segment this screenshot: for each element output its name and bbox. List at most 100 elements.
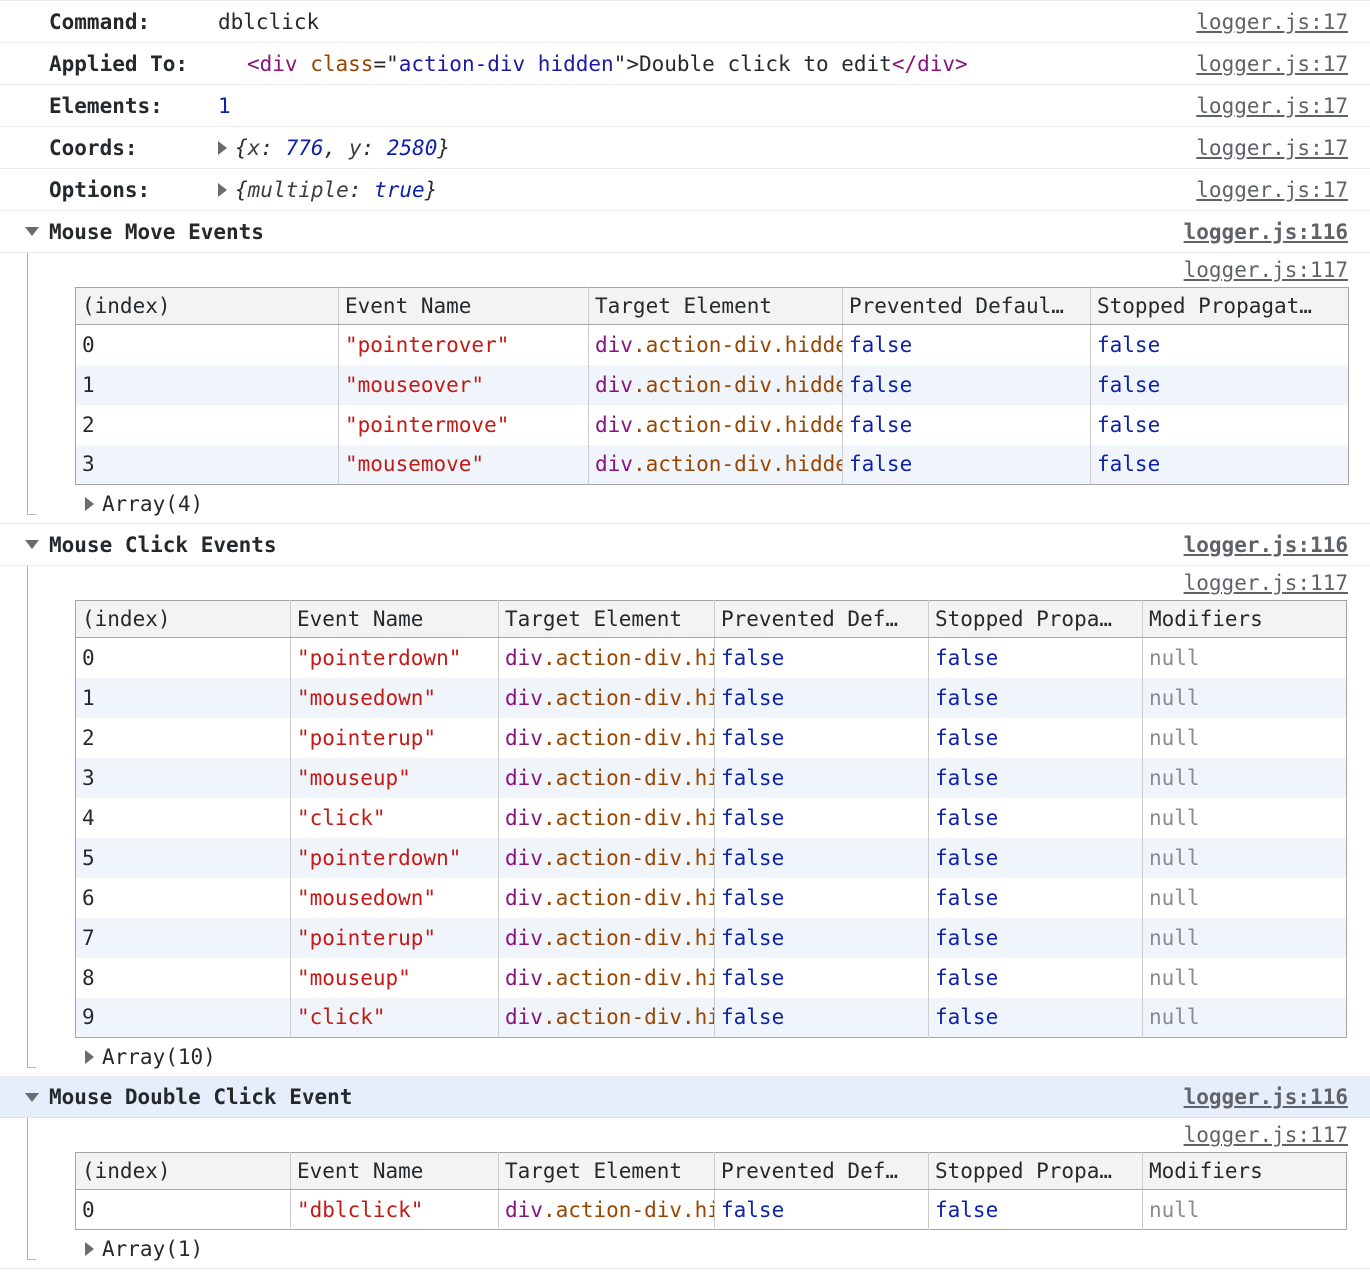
node-preview[interactable]: div.action-div.hidden: [505, 766, 715, 790]
array-preview[interactable]: Array(4): [0, 485, 1370, 523]
source-link[interactable]: logger.js:17: [1196, 10, 1348, 34]
source-link[interactable]: logger.js:116: [1184, 533, 1348, 557]
column-header[interactable]: (index): [76, 288, 339, 325]
cell-prevented-default: false: [715, 838, 929, 878]
node-tag: div: [505, 1198, 543, 1222]
cell-stopped-propagation: false: [929, 958, 1143, 998]
column-header[interactable]: Stopped Propa…: [929, 601, 1143, 638]
node-preview[interactable]: div.action-div.hidden: [595, 373, 843, 397]
source-link[interactable]: logger.js:17: [1196, 52, 1348, 76]
table-source-row: logger.js:117: [0, 566, 1370, 600]
chevron-down-icon[interactable]: [25, 540, 39, 549]
cell-prevented-default: false: [843, 405, 1091, 445]
node-preview[interactable]: div.action-div.hidden: [505, 926, 715, 950]
source-link[interactable]: logger.js:17: [1196, 136, 1348, 160]
column-header[interactable]: Prevented Def…: [715, 1153, 929, 1190]
group-header[interactable]: Mouse Click Events logger.js:116: [0, 524, 1370, 566]
array-preview[interactable]: Array(10): [0, 1038, 1370, 1076]
cell-stopped-propagation: false: [1091, 405, 1349, 445]
source-link[interactable]: logger.js:117: [1184, 571, 1348, 595]
cell-target: div.action-div.hidden: [499, 838, 715, 878]
column-header[interactable]: (index): [76, 601, 291, 638]
node-preview[interactable]: div.action-div.hidden: [505, 886, 715, 910]
element-preview[interactable]: <div class="action-div hidden">Double cl…: [247, 52, 968, 76]
chevron-right-icon[interactable]: [85, 1050, 94, 1064]
source-link[interactable]: logger.js:17: [1196, 178, 1348, 202]
chevron-right-icon[interactable]: [85, 497, 94, 511]
node-preview[interactable]: div.action-div.hidden: [505, 846, 715, 870]
coords-label: Coords:: [49, 136, 218, 160]
options-object-preview[interactable]: {multiple: true}: [235, 178, 437, 202]
column-header[interactable]: Target Element: [499, 601, 715, 638]
column-header[interactable]: Prevented Defaul…: [843, 288, 1091, 325]
indent-guide: [27, 566, 36, 1068]
source-link[interactable]: logger.js:116: [1184, 220, 1348, 244]
log-row-coords: Coords: {x: 776, y: 2580} logger.js:17: [0, 127, 1370, 169]
node-tag: div: [505, 886, 543, 910]
cell-stopped-propagation: false: [929, 678, 1143, 718]
column-header[interactable]: Target Element: [499, 1153, 715, 1190]
node-preview[interactable]: div.action-div.hidden: [505, 806, 715, 830]
node-preview[interactable]: div.action-div.hidden: [505, 726, 715, 750]
node-classes: .action-div.hidden: [543, 726, 715, 750]
column-header[interactable]: Event Name: [339, 288, 589, 325]
cell-index: 2: [76, 718, 291, 758]
chevron-down-icon[interactable]: [25, 227, 39, 236]
boolean-value: false: [721, 846, 784, 870]
chevron-right-icon[interactable]: [218, 183, 227, 197]
column-header[interactable]: (index): [76, 1153, 291, 1190]
cell-prevented-default: false: [715, 758, 929, 798]
cell-modifiers: null: [1143, 838, 1347, 878]
group-title: Mouse Click Events: [49, 533, 277, 557]
preview-punct: ,: [324, 136, 349, 160]
source-link[interactable]: logger.js:116: [1184, 1085, 1348, 1109]
cell-target: div.action-div.hidden: [499, 998, 715, 1038]
node-classes: .action-div.hidden: [543, 1005, 715, 1029]
table-row: 3"mousemove"div.action-div.hiddenfalsefa…: [76, 445, 1349, 485]
node-preview[interactable]: div.action-div.hidden: [505, 1005, 715, 1029]
node-preview[interactable]: div.action-div.hidden: [505, 1198, 715, 1222]
null-value: null: [1149, 726, 1200, 750]
table-row: 1"mousedown"div.action-div.hiddenfalsefa…: [76, 678, 1347, 718]
node-preview[interactable]: div.action-div.hidden: [595, 413, 843, 437]
source-link[interactable]: logger.js:117: [1184, 1123, 1348, 1147]
boolean-value: false: [1097, 373, 1160, 397]
chevron-right-icon[interactable]: [85, 1242, 94, 1256]
source-link[interactable]: logger.js:117: [1184, 258, 1348, 282]
node-preview[interactable]: div.action-div.hidden: [595, 333, 843, 357]
cell-event-name: "mouseup": [291, 758, 499, 798]
array-preview[interactable]: Array(1): [0, 1230, 1370, 1268]
null-value: null: [1149, 886, 1200, 910]
table-body: 0"dblclick"div.action-div.hiddenfalsefal…: [76, 1190, 1347, 1230]
source-link[interactable]: logger.js:17: [1196, 94, 1348, 118]
column-header[interactable]: Event Name: [291, 1153, 499, 1190]
log-row-command: Command: dblclick logger.js:17: [0, 1, 1370, 43]
cell-stopped-propagation: false: [929, 1190, 1143, 1230]
element-close-tag: </div>: [892, 52, 968, 76]
cell-index: 9: [76, 998, 291, 1038]
table-row: 2"pointermove"div.action-div.hiddenfalse…: [76, 405, 1349, 445]
node-preview[interactable]: div.action-div.hidden: [505, 966, 715, 990]
group-header[interactable]: Mouse Double Click Event logger.js:116: [0, 1076, 1370, 1118]
preview-punct: {: [235, 136, 248, 160]
group-header[interactable]: Mouse Move Events logger.js:116: [0, 211, 1370, 253]
column-header[interactable]: Modifiers: [1143, 601, 1347, 638]
chevron-right-icon[interactable]: [218, 141, 227, 155]
node-tag: div: [505, 806, 543, 830]
boolean-value: false: [935, 686, 998, 710]
cell-event-name: "pointerup": [291, 718, 499, 758]
column-header[interactable]: Target Element: [589, 288, 843, 325]
element-attr-name: class: [310, 52, 373, 76]
column-header[interactable]: Stopped Propagat…: [1091, 288, 1349, 325]
node-preview[interactable]: div.action-div.hidden: [595, 452, 843, 476]
null-value: null: [1149, 686, 1200, 710]
column-header[interactable]: Modifiers: [1143, 1153, 1347, 1190]
boolean-value: false: [935, 886, 998, 910]
coords-object-preview[interactable]: {x: 776, y: 2580}: [235, 136, 450, 160]
column-header[interactable]: Stopped Propa…: [929, 1153, 1143, 1190]
node-preview[interactable]: div.action-div.hidden: [505, 686, 715, 710]
column-header[interactable]: Prevented Def…: [715, 601, 929, 638]
chevron-down-icon[interactable]: [25, 1093, 39, 1102]
column-header[interactable]: Event Name: [291, 601, 499, 638]
node-preview[interactable]: div.action-div.hidden: [505, 646, 715, 670]
